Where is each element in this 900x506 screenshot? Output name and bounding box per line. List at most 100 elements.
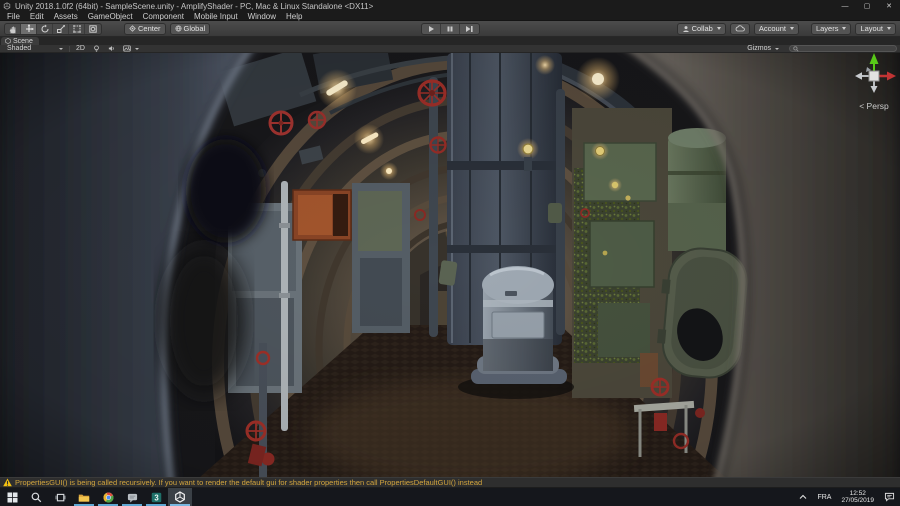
transform-tool-icon [89, 24, 97, 33]
persp-label[interactable]: < Persp [859, 101, 889, 111]
menu-assets[interactable]: Assets [49, 12, 83, 21]
account-dropdown[interactable]: Account [753, 22, 799, 35]
gizmo-cube[interactable] [868, 70, 880, 82]
app3-button[interactable]: 3 [144, 488, 168, 506]
taskbar-clock[interactable]: 12:52 27/05/2019 [836, 488, 879, 506]
unity-taskbar-button[interactable] [168, 488, 192, 506]
scene-effects-dropdown[interactable] [119, 45, 143, 53]
globe-icon [174, 25, 182, 32]
scene-tab-label: Scene [13, 37, 33, 45]
pause-button[interactable] [441, 24, 460, 34]
unity-toolbar: Center Global Collab Account Layers Layo… [0, 21, 900, 37]
language-indicator[interactable]: FRA [812, 488, 836, 506]
task-view-button[interactable] [48, 488, 72, 506]
collab-caret-icon [716, 27, 721, 30]
menu-bar: File Edit Assets GameObject Component Mo… [0, 12, 900, 21]
action-center-button[interactable] [879, 488, 900, 506]
account-caret-icon [789, 27, 794, 30]
chevron-up-icon [800, 494, 807, 499]
audio-icon [108, 46, 114, 51]
hand-tool-button[interactable] [5, 23, 21, 34]
step-button[interactable] [460, 24, 479, 34]
space-toggle-button[interactable]: Global [169, 22, 211, 35]
search-icon [31, 492, 41, 502]
clock-date: 27/05/2019 [841, 497, 874, 504]
scene-audio-toggle[interactable] [104, 45, 119, 53]
cloud-button[interactable] [729, 22, 750, 35]
cloud-icon [735, 25, 745, 32]
clock-time: 12:52 [849, 489, 866, 497]
gizmos-label: Gizmos [747, 45, 771, 52]
minimize-button[interactable]: — [834, 0, 856, 12]
account-label: Account [758, 24, 786, 33]
close-button[interactable]: ✕ [878, 0, 900, 12]
draw-mode-dropdown[interactable]: Shaded [3, 45, 67, 53]
menu-gameobject[interactable]: GameObject [83, 12, 138, 21]
taskbar-search-button[interactable] [24, 488, 48, 506]
play-button[interactable] [422, 24, 441, 34]
warning-icon [3, 478, 12, 487]
pivot-icon [129, 25, 136, 32]
layout-label: Layout [860, 24, 883, 33]
windows-taskbar: 3 FRA 12:52 27/05/2019 [0, 488, 900, 506]
play-icon [429, 26, 434, 32]
menu-help[interactable]: Help [281, 12, 307, 21]
layers-label: Layers [815, 24, 839, 33]
space-label: Global [183, 24, 206, 33]
transform-tools [4, 22, 102, 35]
move-tool-button[interactable] [21, 23, 37, 34]
scene-viewport[interactable]: < Persp [0, 53, 900, 477]
gizmos-caret-icon [775, 47, 779, 50]
lighting-icon [94, 45, 99, 52]
rotate-tool-button[interactable] [37, 23, 53, 34]
start-button[interactable] [0, 488, 24, 506]
gizmos-dropdown[interactable]: Gizmos [743, 45, 783, 53]
vignette [0, 53, 900, 477]
rotate-icon [40, 24, 49, 33]
menu-file[interactable]: File [2, 12, 25, 21]
rect-tool-button[interactable] [69, 23, 85, 34]
app3-icon: 3 [151, 492, 161, 502]
system-tray: FRA 12:52 27/05/2019 [794, 488, 900, 506]
collab-button[interactable]: Collab [676, 22, 726, 35]
chat-app-icon [127, 493, 137, 503]
layers-dropdown[interactable]: Layers [810, 22, 852, 35]
windows-logo-icon [7, 492, 17, 502]
menu-window[interactable]: Window [243, 12, 281, 21]
scene-tab-icon [5, 38, 11, 44]
chrome-icon [102, 492, 113, 503]
effects-icon [123, 45, 131, 52]
task-view-icon [55, 493, 65, 501]
app3-glyph: 3 [154, 493, 159, 502]
status-bar[interactable]: PropertiesGUI() is being called recursiv… [0, 477, 900, 488]
playmode-controls [421, 23, 480, 35]
menu-mobile-input[interactable]: Mobile Input [189, 12, 243, 21]
unity-icon [175, 491, 185, 503]
effects-caret-icon [134, 47, 139, 50]
tray-chevron-button[interactable] [794, 488, 812, 506]
file-explorer-button[interactable] [72, 488, 96, 506]
chrome-button[interactable] [96, 488, 120, 506]
pivot-toggle-button[interactable]: Center [124, 22, 166, 35]
toggle-2d-button[interactable]: 2D [72, 45, 89, 53]
collab-icon [682, 25, 689, 32]
2d-label: 2D [76, 45, 85, 52]
layout-dropdown[interactable]: Layout [855, 22, 896, 35]
layout-caret-icon [887, 27, 891, 30]
pivot-label: Center [138, 24, 161, 33]
step-icon [466, 26, 473, 32]
scene-search-input[interactable] [799, 45, 893, 52]
collab-label: Collab [691, 24, 713, 33]
scene-search-box [789, 45, 897, 52]
pause-icon [447, 26, 453, 32]
menu-edit[interactable]: Edit [25, 12, 49, 21]
menu-component[interactable]: Component [138, 12, 189, 21]
scene-lighting-toggle[interactable] [89, 45, 104, 53]
rect-tool-icon [72, 24, 81, 33]
unity-app-icon [3, 2, 11, 10]
scene-view-toolbar: Shaded 2D Gizmos [0, 45, 900, 53]
transform-tool-button[interactable] [85, 24, 101, 34]
scale-tool-button[interactable] [53, 23, 69, 34]
maximize-button[interactable]: ▢ [856, 0, 878, 12]
chat-app-button[interactable] [120, 488, 144, 506]
